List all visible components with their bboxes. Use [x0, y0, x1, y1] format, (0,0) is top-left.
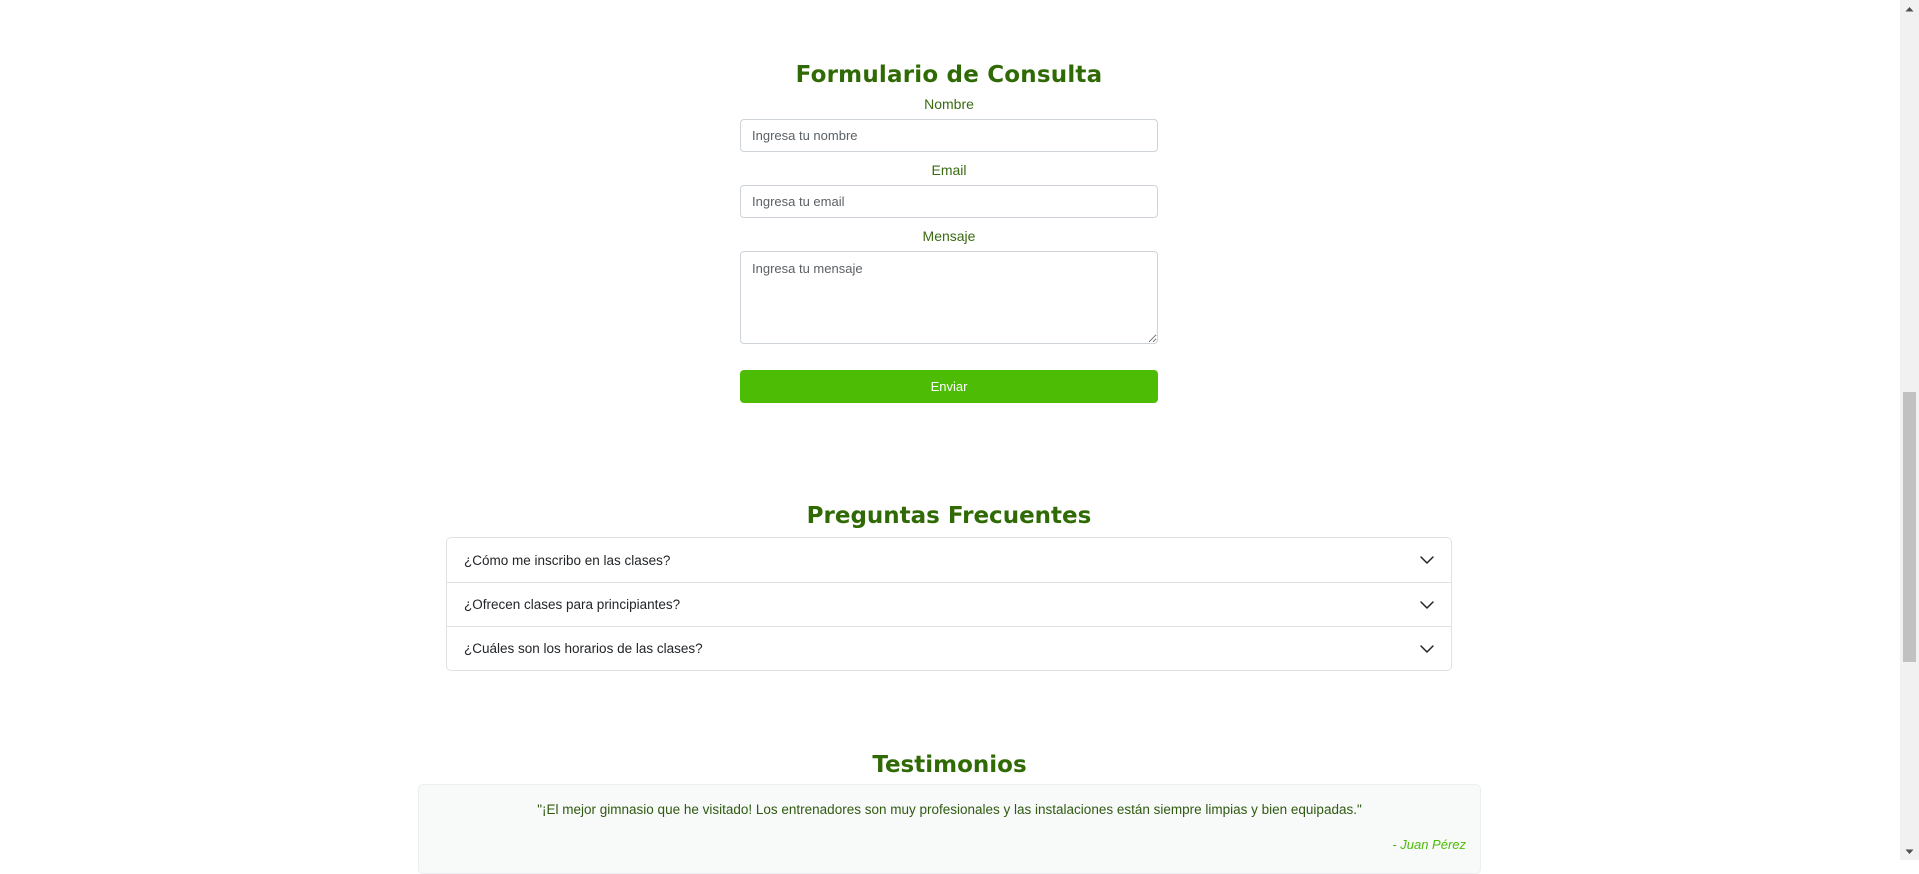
- faq-title: Preguntas Frecuentes: [806, 503, 1092, 529]
- faq-question: ¿Cómo me inscribo en las clases?: [464, 552, 671, 568]
- vertical-scrollbar[interactable]: [1900, 0, 1919, 860]
- scroll-up-arrow-icon[interactable]: [1900, 0, 1919, 17]
- faq-question: ¿Ofrecen clases para principiantes?: [464, 597, 681, 612]
- faq-item[interactable]: ¿Cuáles son los horarios de las clases?: [447, 626, 1451, 670]
- email-label: Email: [931, 162, 967, 178]
- faq-item[interactable]: ¿Ofrecen clases para principiantes?: [447, 582, 1451, 626]
- email-input[interactable]: [740, 185, 1158, 218]
- submit-button[interactable]: Enviar: [740, 370, 1158, 403]
- faq-question: ¿Cuáles son los horarios de las clases?: [464, 641, 703, 656]
- testimonial-card: "¡El mejor gimnasio que he visitado! Los…: [418, 784, 1481, 874]
- testimonial-author: - Juan Pérez: [1392, 837, 1466, 852]
- chevron-down-icon: [1420, 600, 1434, 609]
- contact-form: Formulario de Consulta Nombre Email Mens…: [740, 62, 1158, 403]
- scroll-down-arrow-icon[interactable]: [1900, 843, 1919, 860]
- name-label: Nombre: [924, 96, 974, 112]
- message-textarea[interactable]: [740, 251, 1158, 344]
- testimonial-quote: "¡El mejor gimnasio que he visitado! Los…: [537, 802, 1362, 817]
- faq-header: Preguntas Frecuentes: [446, 503, 1452, 529]
- name-input[interactable]: [740, 119, 1158, 152]
- message-label: Mensaje: [922, 228, 976, 244]
- faq-accordion: ¿Cómo me inscribo en las clases? ¿Ofrece…: [446, 537, 1452, 671]
- testimonials-header: Testimonios: [418, 752, 1481, 778]
- chevron-down-icon: [1420, 556, 1434, 564]
- scrollbar-thumb[interactable]: [1903, 392, 1916, 662]
- testimonials-title: Testimonios: [872, 752, 1027, 778]
- form-title: Formulario de Consulta: [795, 62, 1103, 88]
- page: Formulario de Consulta Nombre Email Mens…: [0, 0, 1900, 874]
- chevron-down-icon: [1420, 644, 1434, 653]
- faq-item[interactable]: ¿Cómo me inscribo en las clases?: [447, 538, 1451, 582]
